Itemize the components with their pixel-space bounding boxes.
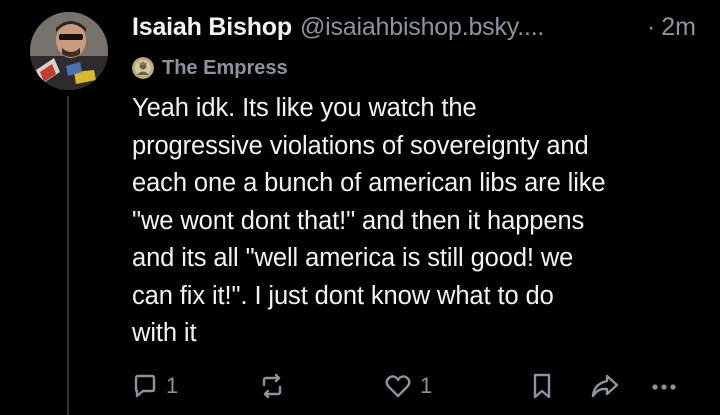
post-header: Isaiah Bishop @isaiahbishop.bsky.... · 2… (132, 10, 696, 44)
bookmark-icon (530, 372, 554, 400)
author-display-name[interactable]: Isaiah Bishop (132, 13, 292, 42)
like-icon (384, 373, 412, 399)
post-actions: 1 1 (132, 370, 692, 402)
profile-label-text: The Empress (162, 56, 288, 79)
author-handle[interactable]: @isaiahbishop.bsky.... (300, 13, 544, 42)
repost-button[interactable] (258, 370, 286, 402)
separator-dot: · (646, 12, 656, 41)
more-icon (650, 373, 678, 399)
share-button[interactable] (590, 370, 620, 402)
like-count: 1 (420, 373, 433, 398)
reply-count: 1 (166, 373, 179, 398)
avatar[interactable] (30, 12, 108, 90)
post-body-text: Yeah idk. Its like you watch the progres… (132, 94, 606, 347)
thread-line (67, 96, 69, 415)
empress-badge-icon (132, 57, 154, 79)
reply-button[interactable]: 1 (132, 370, 178, 402)
reply-icon (132, 373, 158, 399)
like-button[interactable]: 1 (384, 370, 432, 402)
post: Isaiah Bishop @isaiahbishop.bsky.... · 2… (0, 0, 720, 415)
profile-label[interactable]: The Empress (132, 54, 288, 82)
bookmark-button[interactable] (530, 370, 554, 402)
share-icon (590, 373, 620, 399)
repost-icon (258, 373, 286, 399)
more-options-button[interactable] (650, 370, 678, 402)
post-timestamp[interactable]: 2m (661, 13, 696, 42)
